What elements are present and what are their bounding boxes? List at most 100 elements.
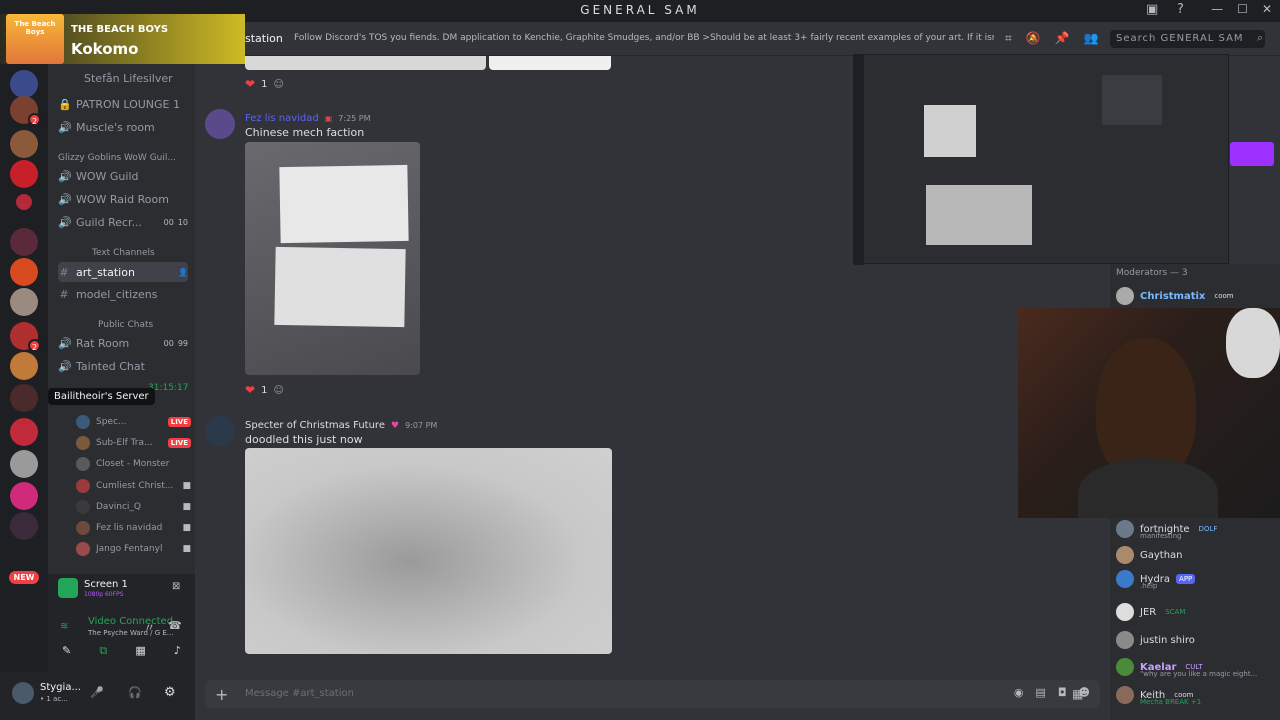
server-icon[interactable] [10,70,38,98]
speaker-icon: 🔊 [58,359,72,373]
avatar[interactable] [205,416,235,446]
voice-user[interactable]: Cumliest Christ... ■ [76,477,191,495]
username[interactable]: Stygia... [40,682,81,693]
channel-muscles-room[interactable]: 🔊 Muscle's room [58,117,188,137]
channel-label: art_station [76,265,135,279]
channel-wow-guild[interactable]: 🔊 WOW Guild [58,166,188,186]
server-icon[interactable] [10,512,38,540]
member-item[interactable]: Keith coom Mecha BREAK +1 [1116,684,1280,706]
server-icon[interactable] [10,258,38,286]
channel-model-citizens[interactable]: # model_citizens [58,284,188,304]
hash-icon: # [59,287,69,301]
attachment-image[interactable] [245,448,612,654]
close-stream-icon[interactable]: ⊠ [172,581,180,592]
screen-share-preview[interactable] [853,54,1229,265]
new-badge[interactable]: NEW [9,571,39,584]
camera-icon: ■ [182,523,191,533]
member-item[interactable]: justin shiro [1116,629,1280,651]
voice-user[interactable]: Closet - Monster [76,455,191,473]
activities-icon[interactable]: ▦ [135,644,145,658]
voice-user[interactable]: Fez lis navidad ■ [76,519,191,537]
search-input[interactable]: Search GENERAL SAM [1110,30,1265,48]
voice-user[interactable]: Stefån Lifesilver [58,68,188,88]
maximize-icon[interactable]: ☐ [1237,2,1248,16]
add-member-icon[interactable]: 👤 [178,268,188,277]
message-composer[interactable]: + Message #art_station ◉ ▤ ◘ ☻ [205,680,1100,708]
category-text-channels[interactable]: Text Channels [92,248,155,258]
server-icon[interactable] [10,418,38,446]
role-icon: ▣ [324,114,333,123]
member-item[interactable]: Gaythan [1116,544,1280,566]
channel-rat-room[interactable]: 🔊 Rat Room 00 99 [58,333,188,353]
server-icon[interactable] [10,288,38,316]
channel-art-station[interactable]: # art_station 👤 [58,262,188,282]
search-icon: ⌕ [1257,31,1264,44]
server-icon[interactable] [10,160,38,188]
sketch-paper [279,164,409,244]
channel-topic[interactable]: Follow Discord's TOS you fiends. DM appl… [294,33,994,43]
gif-icon[interactable]: ▤ [1035,686,1045,699]
channel-tainted-chat[interactable]: 🔊 Tainted Chat [58,356,188,376]
deafen-icon[interactable]: 🎧 [128,686,142,699]
member-item[interactable]: Hydra APP .help [1116,568,1280,590]
member-item[interactable]: fortnighte DOLF manifesting [1116,518,1280,540]
member-item[interactable]: Christmatix coom [1116,285,1280,307]
voice-user[interactable]: Sub-Elf Tra... LIVE [76,434,191,452]
add-reaction-icon[interactable]: ☺ [273,385,283,396]
category-public-chats[interactable]: Public Chats [98,320,153,330]
notification-muted-icon[interactable]: 🔕 [1026,31,1041,46]
server-icon[interactable] [10,482,38,510]
server-icon[interactable]: 2 [10,322,41,352]
inbox-icon[interactable]: ▣ [1146,2,1158,17]
add-attachment-icon[interactable]: + [215,685,228,704]
voice-user[interactable]: Jango Fentanyl ■ [76,540,191,558]
minimize-icon[interactable]: — [1211,2,1223,16]
mute-icon[interactable]: 🎤 [90,686,104,699]
server-icon[interactable] [10,450,38,478]
voice-user[interactable]: Spec... LIVE [76,413,191,431]
settings-gear-icon[interactable]: ⚙ [164,685,176,700]
member-item[interactable]: Kaelar CULT "why are you like a magic eigh… [1116,656,1280,678]
category-glizzy-goblins[interactable]: Glizzy Goblins WoW Guil... [58,153,176,163]
server-icon[interactable] [10,352,38,380]
connection-status[interactable]: Video Connected [88,616,173,627]
server-icon[interactable]: 2 [10,96,41,126]
help-icon[interactable]: ? [1177,2,1184,17]
voice-user[interactable]: Davinci_Q ■ [76,498,191,516]
reaction[interactable]: ❤ 1 ☺ [245,76,284,92]
message-author[interactable]: Specter of Christmas Future [245,420,385,431]
disconnect-icon[interactable]: ☎ [168,619,182,632]
server-icon[interactable] [10,130,38,158]
threads-icon[interactable]: ⌗ [1005,31,1012,46]
apps-icon[interactable]: ▦ [1072,687,1083,701]
noise-suppression-icon[interactable]: 〃 [144,619,155,635]
signal-icon: ≋ [60,621,69,632]
close-icon[interactable]: ✕ [1262,2,1272,16]
member-list-icon[interactable]: 👥 [1084,31,1099,46]
reaction[interactable]: ❤ 1 ☺ [245,382,284,398]
channel-wow-raid[interactable]: 🔊 WOW Raid Room [58,189,188,209]
avatar[interactable] [12,682,34,704]
channel-label: Muscle's room [76,120,155,134]
pin-icon[interactable]: 📌 [1055,31,1070,46]
message-author[interactable]: Fez lis navidad [245,113,319,124]
server-icon[interactable] [16,194,32,210]
channel-guild-recruit[interactable]: 🔊 Guild Recr... 00 10 [58,212,188,232]
sticker-icon[interactable]: ◘ [1058,686,1067,699]
attachment-image[interactable] [245,56,486,70]
soundboard-icon[interactable]: ♪ [174,644,181,658]
attachment-image[interactable] [245,142,420,375]
gift-icon[interactable]: ◉ [1014,686,1024,699]
channel-patron-lounge[interactable]: 🔒 PATRON LOUNGE 1 [58,94,188,114]
message-input[interactable]: Message #art_station [245,688,354,699]
avatar[interactable] [205,109,235,139]
server-icon[interactable] [10,384,38,412]
member-item[interactable]: JER SCAM [1116,601,1280,623]
member-name: Christmatix [1140,290,1206,302]
add-reaction-icon[interactable]: ☺ [273,79,283,90]
video-off-icon[interactable]: ✎ [62,644,71,658]
screen-share-toggle-icon[interactable]: ⧉ [99,644,107,658]
attachment-image[interactable] [489,56,611,70]
server-icon[interactable] [10,228,38,256]
reaction-count: 1 [261,384,268,396]
